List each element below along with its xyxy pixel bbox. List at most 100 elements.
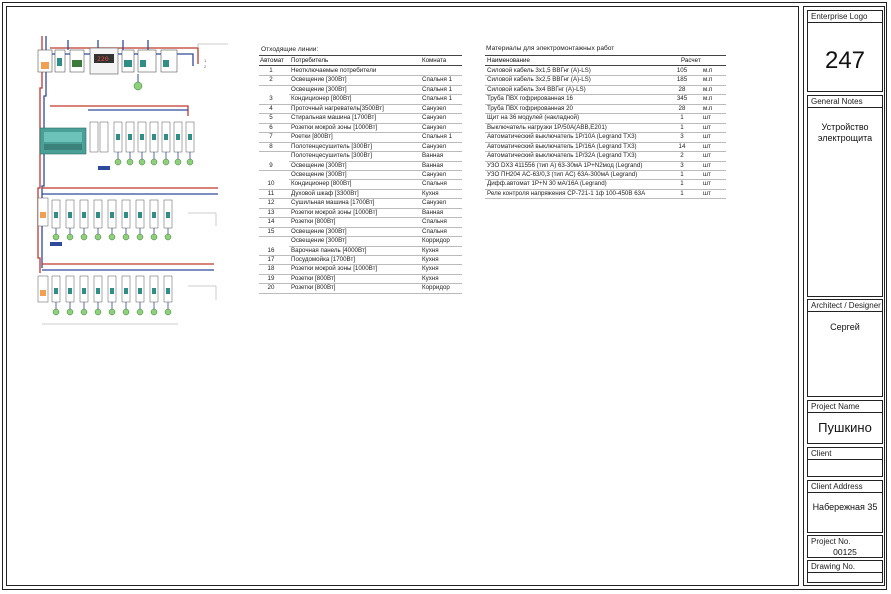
- room-name: Санузел: [422, 170, 447, 178]
- consumer-name: Сушильная машина [1700Вт]: [291, 199, 375, 207]
- material-name: Труба ПВХ гофрированная 16: [487, 95, 573, 103]
- lines-table-body: 1 Неотключаемые потребители 2 Освещение [30…: [259, 66, 462, 298]
- col-header-consumer: Потребитель: [291, 57, 329, 64]
- material-name: Реле контроля напряжения CP-721-1 1ф 100…: [487, 189, 646, 197]
- logo-cell: Enterprise Logo 247: [807, 10, 883, 92]
- project-no-caption: Project No.: [811, 537, 851, 546]
- material-quantity: 105: [676, 67, 688, 74]
- breaker-number: 5: [269, 114, 273, 122]
- consumer-name: Розетки мокрой зоны [1000Вт]: [291, 265, 378, 273]
- consumer-name: Розетки [800Вт]: [291, 284, 336, 292]
- lines-table-row: Освещение [300Вт] Спальня 1: [259, 85, 462, 94]
- drawing-no-caption: Drawing No.: [811, 562, 856, 571]
- breaker-number: 17: [267, 256, 275, 263]
- material-unit: шт: [703, 180, 711, 188]
- lines-table-row: 17 Посудомойка [1700Вт] Кухня: [259, 255, 462, 264]
- breaker-number: 8: [269, 142, 273, 150]
- notes-cell: General Notes Устройство электрощита: [807, 95, 883, 297]
- breaker-number: 14: [267, 218, 275, 226]
- room-name: Санузел: [422, 104, 447, 112]
- materials-table-row: Силовой кабель 3х2,5 ВВГнг (А)-LS) 185 м.п: [485, 75, 726, 84]
- consumer-name: Духовой шкаф [3300Вт]: [291, 189, 359, 197]
- room-name: Кухня: [422, 189, 439, 197]
- material-name: Щит на 36 модулей (накладной): [487, 114, 580, 122]
- drawing-no-cell: Drawing No.: [807, 560, 883, 583]
- project-no-cell: Project No. 00125: [807, 535, 883, 558]
- consumer-name: Освещение [300Вт]: [291, 237, 347, 245]
- logo-value: 247: [824, 47, 866, 74]
- breaker-number: 12: [267, 199, 275, 207]
- lines-table-row: Освещение [300Вт] Корридор: [259, 236, 462, 245]
- material-quantity: 1: [680, 114, 684, 122]
- breaker-number: 1: [269, 67, 273, 74]
- room-name: Санузел: [422, 142, 447, 150]
- lines-table-row: 7 Роетки [800Вт] Спальня 1: [259, 132, 462, 141]
- logo-caption: Enterprise Logo: [811, 12, 868, 21]
- material-name: Автоматический выключатель 1P/32A (Legra…: [487, 152, 637, 160]
- consumer-name: Освещение [300Вт]: [291, 227, 347, 235]
- materials-table-row: Труба ПВХ гофрированная 16 345 м.п: [485, 94, 726, 103]
- room-name: Кухня: [422, 246, 439, 254]
- designer-caption: Architect / Designer: [811, 301, 881, 310]
- material-name: Труба ПВХ гофрированная 20: [487, 104, 573, 112]
- breaker-number: 20: [267, 284, 275, 292]
- material-quantity: 2: [680, 152, 684, 160]
- room-name: Спальня 1: [422, 85, 453, 93]
- project-name-caption: Project Name: [811, 402, 860, 411]
- material-name: УЗО ПН204 AC-63/0,3 (тип AC) 63A-300мA (…: [487, 170, 638, 178]
- row-divider: [259, 292, 462, 294]
- client-cell: Client: [807, 447, 883, 477]
- materials-table-row: Автоматический выключатель 1P/32A (Legra…: [485, 151, 726, 160]
- room-name: Ванная: [422, 152, 444, 160]
- consumer-name: Кондиционер [800Вт]: [291, 95, 352, 103]
- consumer-name: Полотенцесушитель [300Вт]: [291, 152, 372, 160]
- breaker-number: 19: [267, 274, 275, 282]
- title-block: Enterprise Logo 247 General Notes Устрой…: [803, 6, 885, 586]
- material-quantity: 1: [680, 123, 684, 131]
- lines-table-row: Освещение [300Вт] Санузел: [259, 170, 462, 179]
- notes-value: Устройство электрощита: [817, 122, 873, 143]
- materials-table-row: Щит на 36 модулей (накладной) 1 шт: [485, 113, 726, 122]
- material-unit: шт: [703, 161, 711, 169]
- consumer-name: Неотключаемые потребители: [291, 67, 377, 74]
- material-unit: шт: [703, 123, 711, 131]
- col-header-material: Наименование: [487, 57, 530, 64]
- material-name: Выключатель нагрузки 1P/50A(ABB,E201): [487, 123, 607, 131]
- diagram-row-2: [39, 121, 195, 170]
- room-name: Спальня 1: [422, 95, 453, 103]
- lines-table-row: 8 Полотенцесушитель [300Вт] Санузел: [259, 142, 462, 151]
- room-name: Кухня: [422, 274, 439, 282]
- svg-text:220: 220: [97, 55, 109, 63]
- lines-table-row: 3 Кондиционер [800Вт] Спальня 1: [259, 94, 462, 103]
- materials-table-row: Силовой кабель 3х4 ВВГнг (А)-LS) 28 м.п: [485, 85, 726, 94]
- materials-table-row: Выключатель нагрузки 1P/50A(ABB,E201) 1 шт: [485, 123, 726, 132]
- room-name: Кухня: [422, 265, 439, 273]
- client-caption: Client: [811, 449, 832, 458]
- room-name: Спальня: [422, 227, 447, 235]
- material-name: Силовой кабель 3х1,5 ВВГнг (А)-LS): [487, 67, 591, 74]
- room-name: Спальня: [422, 218, 447, 226]
- breaker-number: 3: [269, 95, 273, 103]
- materials-table-row: Труба ПВХ гофрированная 20 28 м.п: [485, 104, 726, 113]
- lines-table-row: 2 Освещение [300Вт] Спальня 1: [259, 75, 462, 84]
- room-name: Корридор: [422, 284, 450, 292]
- material-quantity: 28: [678, 104, 686, 112]
- room-name: Санузел: [422, 114, 447, 122]
- room-name: Санузел: [422, 123, 447, 131]
- lines-table-row: 6 Розетки мокрой зоны [1000Вт] Санузел: [259, 123, 462, 132]
- lines-table-row: 11 Духовой шкаф [3300Вт] Кухня: [259, 189, 462, 198]
- client-address-cell: Client Address Набережная 35: [807, 480, 883, 533]
- consumer-name: Посудомойка [1700Вт]: [291, 256, 356, 263]
- material-quantity: 28: [678, 85, 686, 93]
- material-name: Силовой кабель 3х2,5 ВВГнг (А)-LS): [487, 76, 591, 84]
- consumer-name: Розетки мокрой зоны [1000Вт]: [291, 208, 378, 216]
- material-name: УЗО DX3 411556 (тип A) 63-30мA 1P+N2мод …: [487, 161, 643, 169]
- material-quantity: 185: [676, 76, 688, 84]
- materials-table-title: Материалы для электромонтажных работ: [486, 45, 615, 52]
- client-address-value: Набережная 35: [812, 502, 878, 512]
- client-address-caption: Client Address: [811, 482, 863, 491]
- material-quantity: 3: [680, 133, 684, 141]
- diagram-label-2: 2: [204, 64, 207, 69]
- material-name: Автоматический выключатель 1P/16A (Legra…: [487, 142, 637, 150]
- consumer-name: Освещение [300Вт]: [291, 85, 347, 93]
